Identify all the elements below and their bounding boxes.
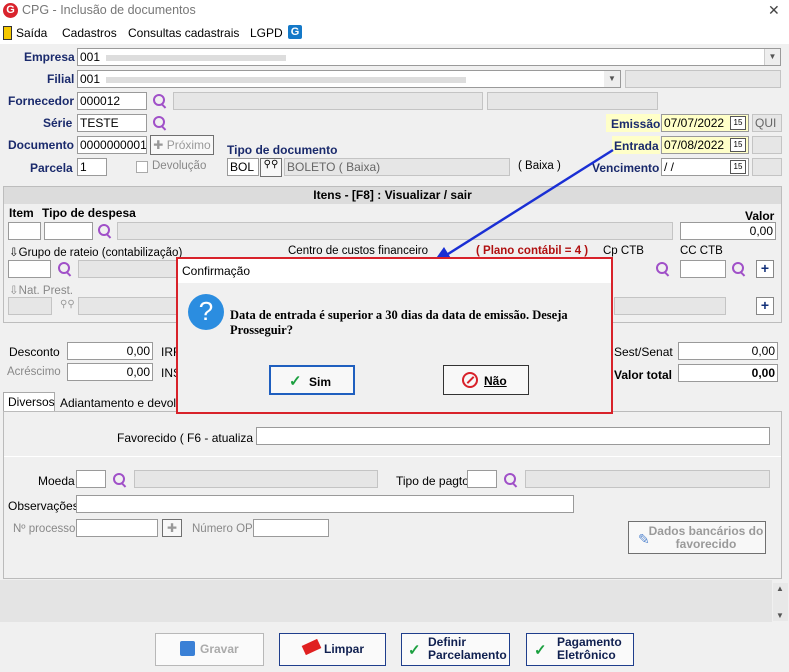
confirmation-dialog: Confirmação ? Data de entrada é superior…: [176, 257, 613, 414]
dialog-message: Data de entrada é superior a 30 dias da …: [230, 308, 568, 337]
check-icon: ✓: [289, 373, 302, 390]
dialog-title: Confirmação: [182, 264, 251, 278]
nao-label: Não: [484, 374, 507, 388]
sim-label: Sim: [309, 375, 332, 389]
question-icon: ?: [188, 294, 224, 330]
nao-button[interactable]: Não: [443, 365, 529, 395]
dialog-title-bar: Confirmação: [178, 259, 611, 283]
sim-button[interactable]: ✓ Sim: [269, 365, 355, 395]
